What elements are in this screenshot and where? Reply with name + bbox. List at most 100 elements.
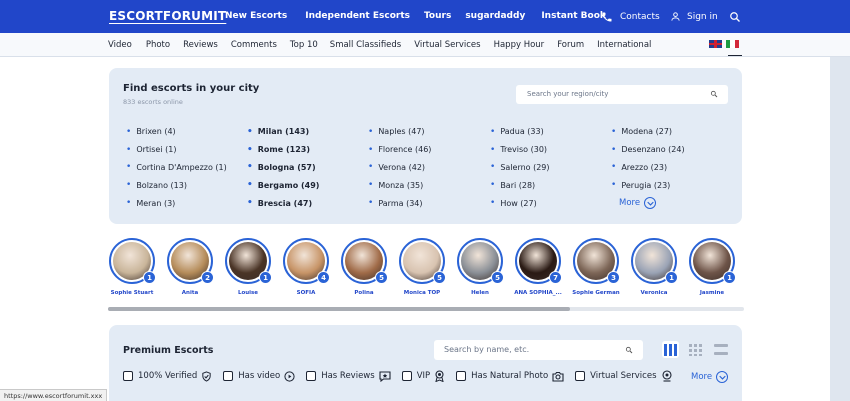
story-avatar-ring[interactable]: 2 — [167, 238, 214, 284]
subnav-happy-hour[interactable]: Happy Hour — [494, 40, 545, 50]
checkbox[interactable] — [401, 371, 412, 381]
flag-uk-icon[interactable] — [709, 40, 722, 48]
city-link[interactable]: How (27) — [490, 194, 550, 212]
filter-natural-photo[interactable]: Has Natural Photo — [456, 371, 564, 382]
story-avatar-ring[interactable]: 5 — [341, 238, 388, 284]
view-columns-button[interactable] — [662, 341, 679, 358]
story-item[interactable]: 5 Monica TOP — [397, 238, 447, 296]
signin-link[interactable]: Sign in — [670, 0, 718, 33]
city-link[interactable]: Bari (28) — [490, 176, 550, 194]
nav-instant-book[interactable]: Instant Book — [541, 11, 606, 21]
story-name[interactable]: Polina — [339, 290, 389, 296]
city-link[interactable]: Perugia (23) — [611, 176, 685, 194]
story-avatar-ring[interactable]: 1 — [689, 238, 736, 284]
city-link[interactable]: Rome (123) — [247, 141, 319, 159]
story-item[interactable]: 4 SOFIA — [281, 238, 331, 296]
story-name[interactable]: Monica TOP — [397, 290, 447, 296]
nav-tours[interactable]: Tours — [424, 11, 451, 21]
city-link[interactable]: Padua (33) — [490, 123, 550, 141]
story-name[interactable]: Veronica — [629, 290, 679, 296]
subnav-forum[interactable]: Forum — [557, 40, 584, 50]
subnav-top10[interactable]: Top 10 — [290, 40, 318, 50]
story-avatar-ring[interactable]: 5 — [457, 238, 504, 284]
site-logo[interactable]: ESCORTFORUMIT — [109, 9, 226, 23]
city-link[interactable]: Bolzano (13) — [126, 176, 227, 194]
story-name[interactable]: Helen — [455, 290, 505, 296]
story-item[interactable]: 1 Veronica — [629, 238, 679, 296]
story-item[interactable]: 3 Sophie German — [571, 238, 621, 296]
story-avatar-ring[interactable]: 1 — [225, 238, 272, 284]
city-link[interactable]: Brixen (4) — [126, 123, 227, 141]
story-item[interactable]: 1 Jasmine — [687, 238, 737, 296]
story-avatar-ring[interactable]: 7 — [515, 238, 562, 284]
view-grid-button[interactable] — [687, 341, 704, 358]
story-name[interactable]: Louise — [223, 290, 273, 296]
search-button[interactable] — [729, 0, 741, 33]
story-item[interactable]: 1 Louise — [223, 238, 273, 296]
nav-sugardaddy[interactable]: sugardaddy — [465, 11, 525, 21]
contacts-link[interactable]: Contacts — [601, 0, 660, 33]
stories-scrollbar-thumb[interactable] — [108, 307, 570, 311]
city-link[interactable]: Salerno (29) — [490, 159, 549, 177]
story-name[interactable]: Anita — [165, 290, 215, 296]
filter-vip[interactable]: VIP — [401, 370, 445, 382]
nav-new-escorts[interactable]: New Escorts — [225, 11, 287, 21]
subnav-international[interactable]: International — [597, 40, 651, 50]
city-link[interactable]: Bologna (57) — [247, 159, 319, 177]
story-avatar-ring[interactable]: 5 — [399, 238, 446, 284]
city-link[interactable]: Treviso (30) — [490, 141, 550, 159]
story-avatar-ring[interactable]: 1 — [109, 238, 156, 284]
more-filters-button[interactable]: More — [691, 371, 729, 383]
city-link[interactable]: Florence (46) — [368, 141, 431, 159]
story-item[interactable]: 2 Anita — [165, 238, 215, 296]
story-name[interactable]: ANA SOPHIA_... — [513, 290, 563, 296]
city-search-input[interactable]: Search your region/city — [516, 85, 728, 104]
city-link[interactable]: Milan (143) — [247, 123, 319, 141]
view-list-button[interactable] — [712, 341, 729, 358]
city-link[interactable]: Monza (35) — [368, 176, 431, 194]
filter-has-reviews[interactable]: Has Reviews — [306, 370, 391, 382]
city-link[interactable]: Desenzano (24) — [611, 141, 684, 159]
story-name[interactable]: Sophie Stuart — [107, 290, 157, 296]
name-search-input[interactable]: Search by name, etc. — [434, 340, 643, 360]
flag-italy-icon[interactable] — [726, 40, 739, 48]
filter-virtual-services[interactable]: Virtual Services — [575, 370, 672, 382]
story-name[interactable]: Jasmine — [687, 290, 737, 296]
subnav-reviews[interactable]: Reviews — [183, 40, 218, 50]
more-cities-button[interactable]: More — [619, 194, 685, 212]
checkbox[interactable] — [575, 371, 586, 381]
checkbox[interactable] — [456, 371, 467, 381]
city-link[interactable]: Verona (42) — [368, 159, 431, 177]
story-item[interactable]: 5 Polina — [339, 238, 389, 296]
city-link[interactable]: Ortisei (1) — [126, 141, 227, 159]
subnav-video[interactable]: Video — [108, 40, 132, 50]
story-item[interactable]: 1 Sophie Stuart — [107, 238, 157, 296]
story-avatar-ring[interactable]: 4 — [283, 238, 330, 284]
subnav-virtual-services[interactable]: Virtual Services — [414, 40, 480, 50]
filter-verified[interactable]: 100% Verified — [123, 370, 212, 382]
city-link[interactable]: Parma (34) — [368, 194, 431, 212]
filter-has-video[interactable]: Has video — [223, 370, 295, 382]
city-link[interactable]: Arezzo (23) — [611, 159, 685, 177]
city-link[interactable]: Bergamo (49) — [247, 176, 320, 194]
story-avatar-ring[interactable]: 1 — [631, 238, 678, 284]
subnav-small-classifieds[interactable]: Small Classifieds — [330, 40, 401, 50]
story-avatar-ring[interactable]: 3 — [573, 238, 620, 284]
subnav-photo[interactable]: Photo — [146, 40, 170, 50]
city-link[interactable]: Brescia (47) — [247, 194, 319, 212]
story-name[interactable]: Sophie German — [571, 290, 621, 296]
checkbox[interactable] — [223, 371, 234, 381]
city-link[interactable]: Cortina D'Ampezzo (1) — [126, 159, 226, 177]
more-filters-label: More — [691, 372, 713, 382]
checkbox[interactable] — [306, 371, 317, 381]
story-item[interactable]: 7 ANA SOPHIA_... — [513, 238, 563, 296]
city-link[interactable]: Modena (27) — [611, 123, 685, 141]
subnav-comments[interactable]: Comments — [231, 40, 277, 50]
story-item[interactable]: 5 Helen — [455, 238, 505, 296]
city-link[interactable]: Naples (47) — [368, 123, 431, 141]
story-name[interactable]: SOFIA — [281, 290, 331, 296]
nav-independent-escorts[interactable]: Independent Escorts — [305, 11, 410, 21]
stories-scrollbar[interactable] — [108, 307, 744, 311]
city-link[interactable]: Meran (3) — [126, 194, 227, 212]
checkbox[interactable] — [123, 371, 133, 381]
